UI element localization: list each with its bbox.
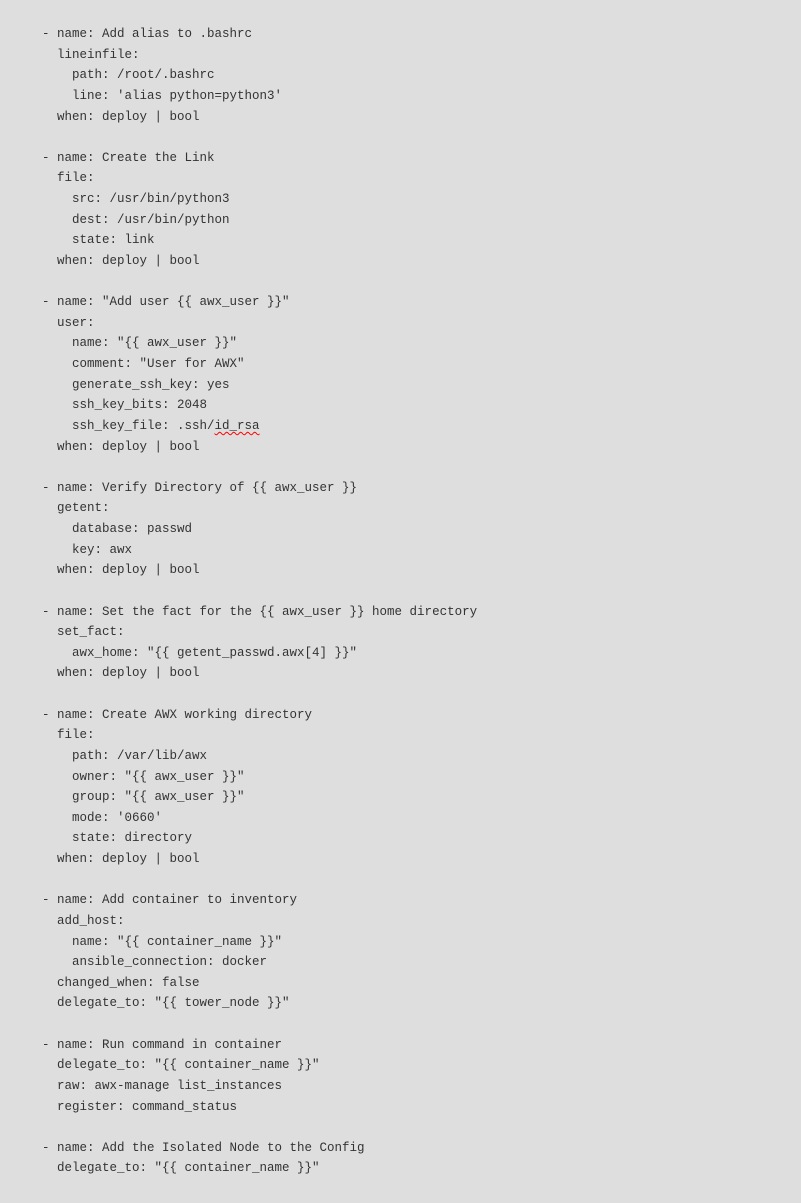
code-block: - name: Add alias to .bashrc lineinfile:… — [0, 0, 801, 1203]
spell-error: id_rsa — [215, 419, 260, 433]
